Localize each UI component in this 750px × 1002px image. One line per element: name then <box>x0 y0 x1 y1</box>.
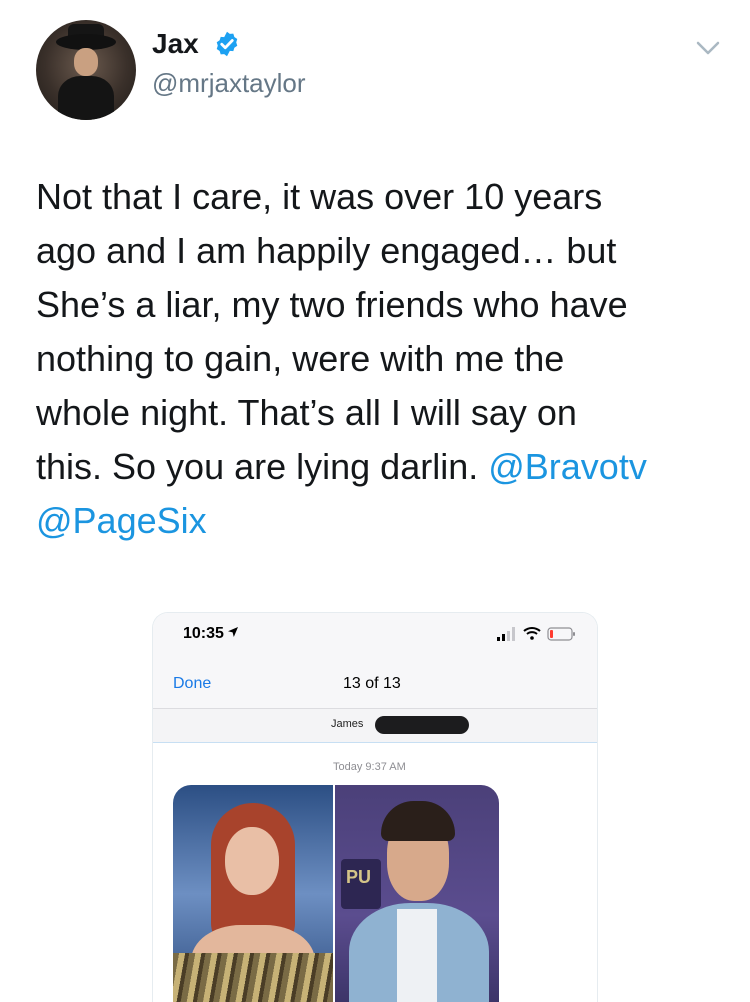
message-photo: PU <box>173 785 499 1002</box>
location-arrow-icon <box>228 627 238 637</box>
avatar-torso <box>58 76 114 120</box>
photo-right-panel: PU <box>335 785 499 1002</box>
tweet-body: Not that I care, it was over 10 years ag… <box>36 176 628 487</box>
mention-pagesix[interactable]: @PageSix <box>36 500 207 541</box>
phone-status-bar: 10:35 <box>153 613 597 653</box>
battery-icon <box>547 627 575 641</box>
verified-badge-icon <box>216 31 238 57</box>
woman-face <box>225 827 279 895</box>
woman-dress <box>173 953 333 1002</box>
done-button[interactable]: Done <box>173 675 211 693</box>
tweet-text: Not that I care, it was over 10 years ag… <box>36 170 726 548</box>
tweet-media-image[interactable]: 10:35 Done 13 of 13 James Today 9:37 AM <box>152 612 598 1002</box>
mention-bravotv[interactable]: @Bravotv <box>488 446 647 487</box>
contact-name: James <box>331 718 364 730</box>
wifi-icon <box>523 627 541 640</box>
backdrop-sign: PU <box>341 859 381 909</box>
avatar[interactable] <box>36 20 136 120</box>
message-timestamp: Today 9:37 AM <box>333 761 406 773</box>
man-hair <box>381 801 455 841</box>
man-shirt <box>397 909 437 1002</box>
thread-header: James <box>153 709 597 743</box>
photo-left-panel <box>173 785 333 1002</box>
sign-text: PU <box>346 867 372 887</box>
avatar-face <box>74 48 98 76</box>
cellular-signal-icon <box>497 627 515 641</box>
photo-counter: 13 of 13 <box>343 675 401 692</box>
redaction-bar <box>375 716 469 734</box>
chevron-down-icon[interactable] <box>694 38 722 58</box>
status-time: 10:35 <box>183 625 224 642</box>
tweet-header: Jax @mrjaxtaylor <box>0 0 750 130</box>
user-handle[interactable]: @mrjaxtaylor <box>152 68 306 99</box>
display-name[interactable]: Jax <box>152 28 199 60</box>
photo-viewer-nav: Done 13 of 13 <box>153 653 597 709</box>
